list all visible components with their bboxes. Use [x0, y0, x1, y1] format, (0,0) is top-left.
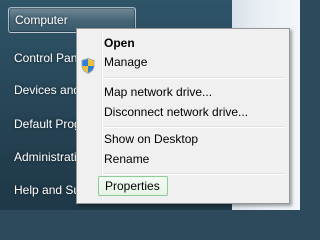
context-menu: Open Manage Map network drive... Disconn… [76, 28, 290, 204]
menu-separator [103, 77, 285, 79]
start-item-label: Computer [15, 13, 68, 27]
uac-shield-icon [81, 58, 95, 74]
menu-item-open[interactable]: Open [104, 33, 284, 53]
menu-item-show-on-desktop[interactable]: Show on Desktop [104, 129, 284, 149]
menu-item-rename[interactable]: Rename [104, 149, 284, 169]
menu-item-manage[interactable]: Manage [104, 52, 284, 72]
menu-item-disconnect-network-drive[interactable]: Disconnect network drive... [104, 102, 284, 122]
menu-item-map-network-drive[interactable]: Map network drive... [104, 82, 284, 102]
menu-separator [103, 126, 285, 128]
menu-item-properties[interactable]: Properties [98, 176, 168, 196]
menu-separator [103, 173, 285, 175]
